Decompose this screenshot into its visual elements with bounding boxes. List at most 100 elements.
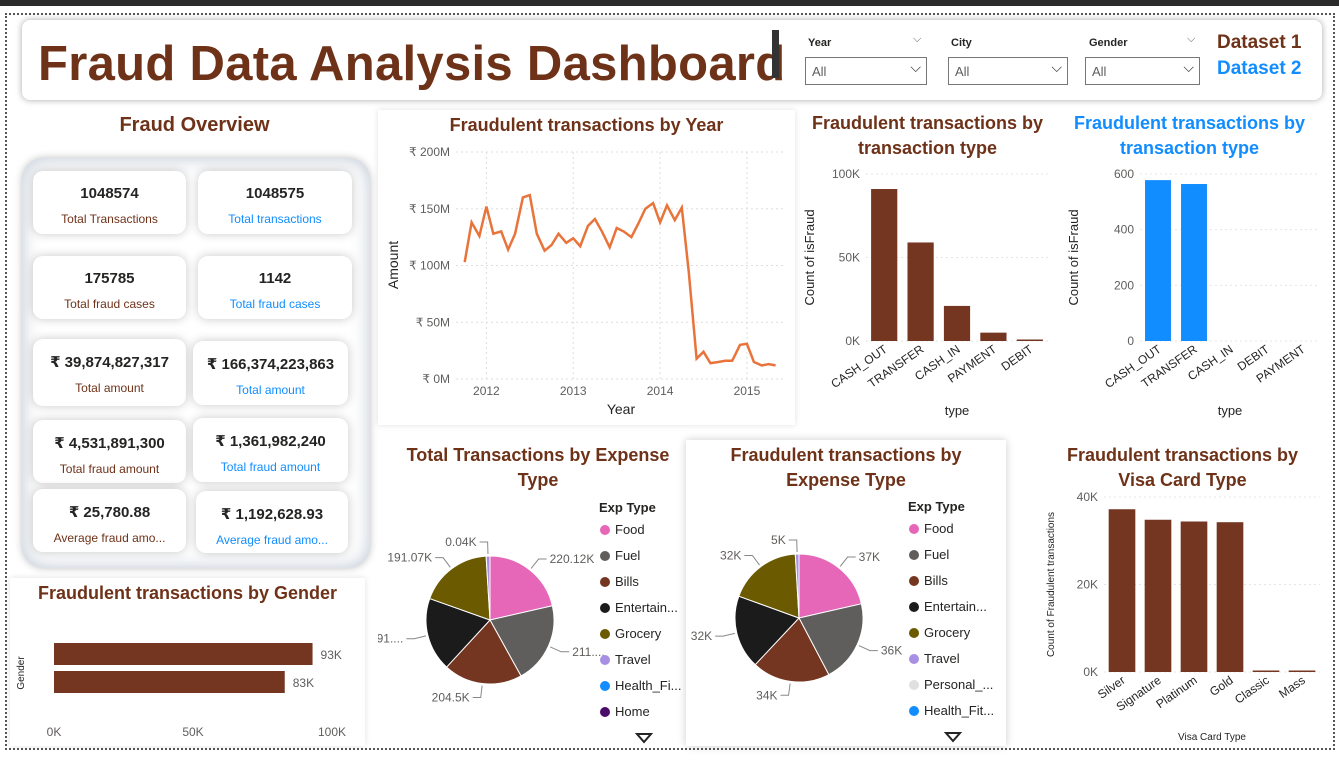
y-tick-label: ₹ 150M (409, 202, 450, 216)
bar-transfer (907, 242, 934, 341)
y-tick-label: 400 (1114, 223, 1134, 237)
chevron-down-icon[interactable]: ⌵ (1187, 33, 1195, 46)
x-tick-label: 0K (47, 725, 62, 739)
kpi-label: Average fraud amo... (216, 533, 328, 547)
bar-transfer (1181, 184, 1207, 341)
dataset-1-label[interactable]: Dataset 1 (1217, 32, 1302, 54)
kpi-value: ₹ 166,374,223,863 (206, 356, 335, 373)
x-tick-label: 50K (182, 725, 203, 739)
kpi-value: 1048574 (80, 185, 139, 202)
legend-marker (909, 524, 919, 534)
x-tick-label: Mass (1276, 673, 1308, 701)
filter-city-label: City (951, 37, 972, 49)
legend-marker (909, 706, 919, 716)
kpi-label: Total amount (236, 383, 305, 397)
kpi-label: Total fraud cases (229, 297, 321, 311)
y-tick-label: 40K (1077, 490, 1098, 504)
filter-city-dropdown[interactable]: All ⌵ (948, 57, 1068, 85)
x-tick-label: 2013 (560, 384, 587, 398)
bar-classic (1252, 670, 1280, 672)
kpi-value: ₹ 25,780.88 (68, 504, 151, 521)
title-divider (772, 30, 779, 78)
y-tick-label: 20K (1077, 578, 1098, 592)
bar-cash_out (871, 189, 898, 341)
legend-marker (600, 629, 610, 639)
type2-chart-panel: Fraudulent transactions by transaction t… (1062, 110, 1317, 425)
pie-data-label: 32K (691, 629, 712, 643)
leader-line (715, 632, 735, 637)
legend-marker (909, 602, 919, 612)
type1-bar-chart: 0K50K100KCASH_OUTTRANSFERCASH_INPAYMENT D… (802, 167, 1048, 418)
chevron-down-icon: ⌵ (910, 59, 921, 75)
x-tick-label: Classic (1232, 673, 1272, 707)
legend-item: Health_Fit... (924, 703, 994, 718)
kpi-label: Total fraud amount (59, 462, 160, 476)
pie-data-label: 211.... (572, 645, 604, 659)
legend-marker (600, 655, 610, 665)
pie-data-label: 191.... (378, 632, 403, 646)
filters-panel: Year ⌵ All ⌵ City All ⌵ Gender ⌵ All ⌵ (786, 22, 1211, 96)
y-tick-label: ₹ 0M (422, 372, 450, 386)
kpi-label: Total fraud amount (220, 460, 321, 474)
pie1-panel: Total Transactions by Expense Type 220.1… (378, 440, 683, 746)
y-tick-label: ₹ 100M (409, 259, 450, 273)
leader-line (406, 635, 427, 640)
pie-data-label: 32K (720, 548, 741, 562)
data-label: 93K (321, 648, 342, 662)
year-chart-panel: Fraudulent transactions by Year ₹ 0M ₹ 50… (378, 110, 795, 425)
filter-gender-dropdown[interactable]: All ⌵ (1085, 57, 1200, 85)
legend-item: Home (615, 704, 650, 719)
chevron-down-icon: ⌵ (1051, 59, 1062, 75)
bar-debit (1016, 339, 1043, 341)
kpi-card-9: ₹ 25,780.88 Average fraud amo... (33, 489, 186, 552)
gender-chart-panel: Fraudulent transactions by Gender 93K 83K… (10, 578, 365, 746)
legend-item: Fuel (924, 547, 949, 562)
x-tick-label: 2014 (647, 384, 674, 398)
kpi-value: 175785 (84, 270, 135, 287)
y-tick-label: 0K (845, 334, 860, 348)
filter-year-label: Year (808, 37, 832, 49)
x-tick-label: Platinum (1153, 673, 1199, 711)
legend-marker (600, 681, 610, 691)
series-line (463, 193, 776, 367)
top-bar (0, 0, 1339, 6)
pie-data-label: 34K (756, 688, 777, 702)
kpi-value: ₹ 39,874,827,317 (50, 354, 169, 371)
legend-item: Health_Fi... (615, 678, 681, 693)
visa-chart-panel: Fraudulent transactions by Visa Card Typ… (1040, 440, 1325, 746)
legend-marker (909, 680, 919, 690)
x-tick-label: 2015 (734, 384, 761, 398)
legend-item: Food (615, 522, 645, 537)
leader-line (780, 683, 791, 696)
filter-city-value: All (955, 64, 970, 79)
y-axis-label: Count of isFraud (802, 209, 817, 305)
bar-cash_out (1145, 180, 1171, 341)
filter-year-dropdown[interactable]: All ⌵ (805, 57, 927, 85)
legend-title: Exp Type (599, 500, 656, 515)
y-tick-label: 600 (1114, 167, 1134, 181)
bar-cash_in (943, 305, 971, 341)
leader-line (472, 685, 483, 698)
kpi-value: ₹ 1,361,982,240 (215, 433, 326, 450)
leader-line (858, 645, 878, 652)
leader-line (744, 554, 760, 566)
gender-bar (54, 671, 285, 693)
pie-data-label: 191.07K (387, 551, 432, 565)
legend-marker (600, 707, 610, 717)
gender-bar (54, 643, 313, 665)
bar-silver (1108, 509, 1136, 672)
kpi-card-1: 1048574 Total Transactions (33, 171, 186, 234)
leader-line (550, 646, 570, 653)
kpi-card-10: ₹ 1,192,628.93 Average fraud amo... (196, 491, 348, 553)
kpi-card-5: ₹ 39,874,827,317 Total amount (33, 339, 186, 406)
kpi-card-4: 1142 Total fraud cases (198, 256, 352, 319)
chevron-down-icon[interactable]: ⌵ (913, 33, 921, 46)
x-tick-label: 100K (318, 725, 346, 739)
bar-platinum (1180, 521, 1208, 672)
pie2-chart: 37K 36K 34K 32K 32K 5K Exp Type Food Fuel Bills En… (691, 499, 994, 743)
kpi-card-3: 175785 Total fraud cases (33, 256, 186, 319)
legend-marker (600, 525, 610, 535)
legend-item: Grocery (924, 625, 971, 640)
dataset-2-label[interactable]: Dataset 2 (1217, 58, 1302, 80)
legend-marker (909, 576, 919, 586)
